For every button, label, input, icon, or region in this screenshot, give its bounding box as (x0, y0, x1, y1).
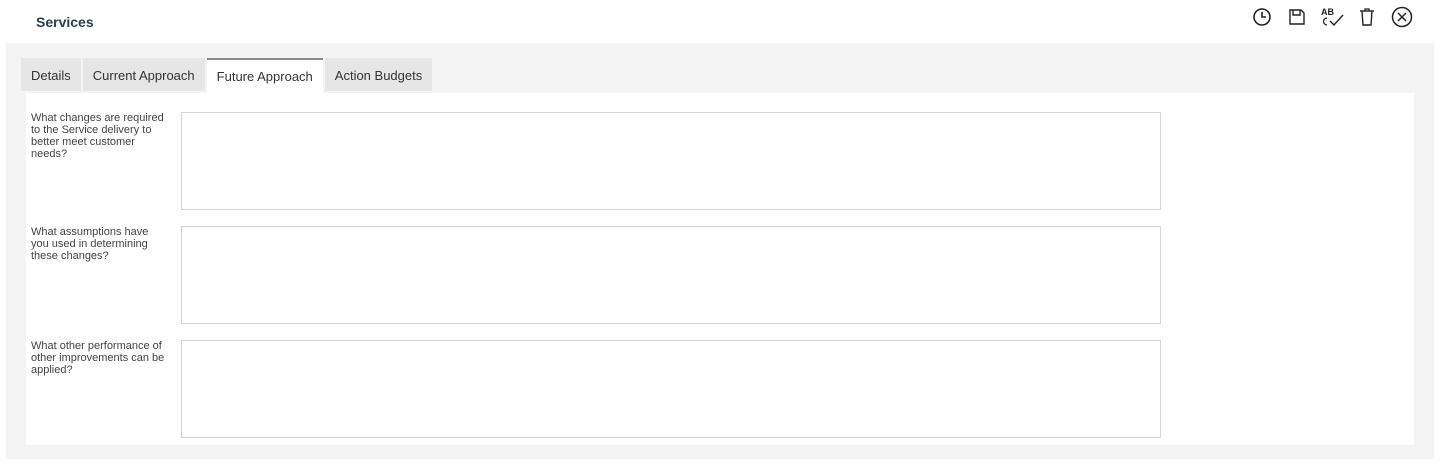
other-improvements-input[interactable] (181, 340, 1161, 438)
tab-current-approach[interactable]: Current Approach (82, 58, 205, 91)
history-button[interactable] (1250, 5, 1274, 29)
spellcheck-button[interactable]: AB (1320, 5, 1344, 29)
tab-details[interactable]: Details (21, 58, 81, 91)
assumptions-input[interactable] (181, 226, 1161, 324)
save-icon (1289, 9, 1305, 25)
spellcheck-icon: AB (1321, 7, 1344, 27)
tab-future-approach[interactable]: Future Approach (206, 58, 323, 93)
save-button[interactable] (1285, 5, 1309, 29)
history-icon (1253, 8, 1271, 26)
delete-button[interactable] (1355, 5, 1379, 29)
delete-icon (1360, 8, 1374, 26)
tab-content: What changes are required to the Service… (26, 93, 1414, 445)
other-improvements-label: What other performance of other improvem… (31, 340, 165, 376)
changes-required-input[interactable] (181, 112, 1161, 210)
page-title: Services (36, 14, 94, 30)
form-panel: Details Current Approach Future Approach… (6, 43, 1434, 459)
tab-action-budgets[interactable]: Action Budgets (324, 58, 433, 91)
tab-bar: Details Current Approach Future Approach… (21, 58, 434, 93)
close-button[interactable] (1390, 5, 1414, 29)
assumptions-label: What assumptions have you used in determ… (31, 226, 149, 262)
changes-required-label: What changes are required to the Service… (31, 112, 164, 160)
svg-text:AB: AB (1321, 7, 1334, 17)
close-icon (1391, 6, 1413, 28)
toolbar: AB (1250, 5, 1414, 29)
